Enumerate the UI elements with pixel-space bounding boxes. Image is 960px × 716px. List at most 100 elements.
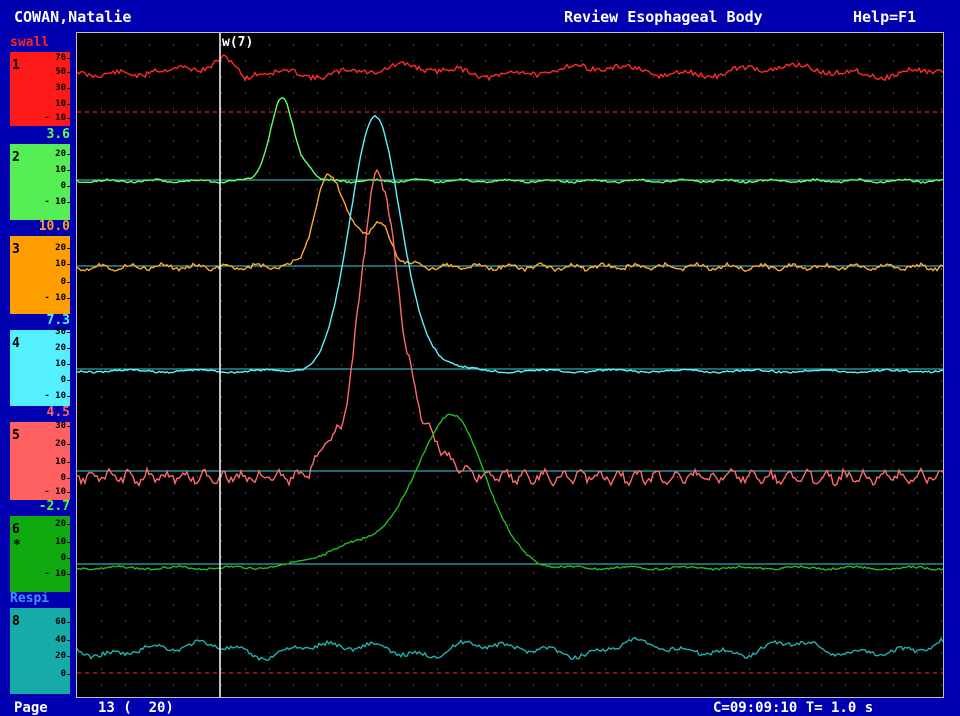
scale-tick-mark xyxy=(67,574,70,575)
scale-tick-label: 10 xyxy=(55,537,66,547)
scale-tick-mark xyxy=(67,72,70,73)
trace-channel-2 xyxy=(77,97,943,184)
channel-number: 5 xyxy=(12,428,20,443)
scale-tick-mark xyxy=(67,674,70,675)
event-marker-label[interactable]: w(7) xyxy=(222,35,253,50)
channel-number: 6 xyxy=(12,522,20,537)
scale-tick-label: 10 xyxy=(55,165,66,175)
patient-name: COWAN,Natalie xyxy=(14,8,132,26)
scale-tick-label: - 10 xyxy=(44,487,66,497)
title-bar: COWAN,Natalie Review Esophageal Body Hel… xyxy=(0,0,960,32)
scale-tick-label: - 10 xyxy=(44,391,66,401)
channel-panel-6[interactable]: -2.7 6 * 20 10 0 - 10 xyxy=(10,500,70,594)
scale-tick-mark xyxy=(67,298,70,299)
scale-tick-label: 30 xyxy=(55,421,66,431)
channel-panel-2[interactable]: 3.6 2 20 10 0 - 10 xyxy=(10,128,70,220)
channel-panel-1[interactable]: swall 1 70 50 30 10 - 10 xyxy=(10,36,70,126)
scale-tick-label: 0 xyxy=(60,375,66,385)
channel-4-header: 7.3 xyxy=(10,314,70,328)
scale-tick-mark xyxy=(67,282,70,283)
scale-tick-label: 10 xyxy=(55,259,66,269)
trace-canvas[interactable] xyxy=(77,33,943,697)
scale-tick-mark xyxy=(67,622,70,623)
channel-3-scale: 3 20 10 0 - 10 xyxy=(10,236,70,314)
channel-2-header: 3.6 xyxy=(10,128,70,142)
review-mode-title: Review Esophageal Body xyxy=(564,8,763,26)
time-readout: C=09:09:10 T= 1.0 s xyxy=(713,700,874,716)
scale-tick-label: 50 xyxy=(55,67,66,77)
scale-tick-mark xyxy=(67,542,70,543)
scale-tick-label: 60 xyxy=(55,617,66,627)
scale-tick-mark xyxy=(67,656,70,657)
scale-tick-mark xyxy=(67,154,70,155)
scale-tick-mark xyxy=(67,202,70,203)
scale-tick-label: 0 xyxy=(60,277,66,287)
channel-5-scale: 5 30 20 10 0 - 10 xyxy=(10,421,70,500)
scale-tick-mark xyxy=(67,88,70,89)
scale-tick-label: 30 xyxy=(55,83,66,93)
scale-tick-mark xyxy=(67,640,70,641)
scale-tick-mark xyxy=(67,444,70,445)
channel-number: 3 xyxy=(12,242,20,257)
scale-tick-mark xyxy=(67,558,70,559)
scale-tick-mark xyxy=(67,248,70,249)
scale-tick-label: 10 xyxy=(55,99,66,109)
trace-channel-8 xyxy=(77,636,943,662)
scale-tick-label: - 10 xyxy=(44,293,66,303)
scale-tick-label: 20 xyxy=(55,651,66,661)
channel-3-header: 10.0 xyxy=(10,220,70,234)
scale-tick-label: 70 xyxy=(55,53,66,63)
trace-plot-area[interactable] xyxy=(76,32,944,698)
trace-channel-4 xyxy=(77,114,943,374)
channel-panel-4[interactable]: 7.3 4 30 20 10 0 - 10 xyxy=(10,314,70,408)
scale-tick-mark xyxy=(67,170,70,171)
scale-tick-mark xyxy=(67,492,70,493)
scale-tick-label: - 10 xyxy=(44,113,66,123)
scale-tick-mark xyxy=(67,524,70,525)
scale-tick-mark xyxy=(67,118,70,119)
channel-panel-8[interactable]: Respi 8 60 40 20 0 xyxy=(10,592,70,694)
scale-tick-mark xyxy=(67,426,70,427)
page-label: Page xyxy=(14,700,48,716)
grid-dots xyxy=(101,44,942,686)
scale-tick-label: 0 xyxy=(60,473,66,483)
scale-tick-label: 0 xyxy=(60,181,66,191)
scale-tick-mark xyxy=(67,58,70,59)
channel-4-scale: 4 30 20 10 0 - 10 xyxy=(10,327,70,408)
help-hint[interactable]: Help=F1 xyxy=(853,8,916,26)
scale-tick-mark xyxy=(67,348,70,349)
channel-8-header: Respi xyxy=(10,592,70,606)
channel-number: 8 xyxy=(12,614,20,629)
scale-tick-mark xyxy=(67,396,70,397)
scale-tick-mark xyxy=(67,364,70,365)
scale-tick-label: 20 xyxy=(55,243,66,253)
scale-tick-mark xyxy=(67,186,70,187)
scale-tick-label: 0 xyxy=(60,553,66,563)
channel-number: 1 xyxy=(12,58,20,73)
scale-tick-label: - 10 xyxy=(44,569,66,579)
page-indicator: 13 ( 20) xyxy=(98,700,174,716)
channel-number: 2 xyxy=(12,150,20,165)
trace-channel-5 xyxy=(77,168,943,488)
channel-panel-3[interactable]: 10.0 3 20 10 0 - 10 xyxy=(10,220,70,314)
channel-5-header: 4.5 xyxy=(10,406,70,420)
channel-6-header: -2.7 xyxy=(10,500,70,514)
channel-2-scale: 2 20 10 0 - 10 xyxy=(10,144,70,220)
status-bar: Page 13 ( 20) C=09:09:10 T= 1.0 s xyxy=(0,698,960,716)
scale-tick-mark xyxy=(67,104,70,105)
channel-panel-5[interactable]: 4.5 5 30 20 10 0 - 10 xyxy=(10,406,70,500)
scale-tick-mark xyxy=(67,462,70,463)
scale-tick-label: 10 xyxy=(55,457,66,467)
channel-6-scale: 6 * 20 10 0 - 10 xyxy=(10,516,70,594)
manometry-screen: COWAN,Natalie Review Esophageal Body Hel… xyxy=(0,0,960,716)
scale-tick-mark xyxy=(67,380,70,381)
trace-channel-6 xyxy=(77,413,943,572)
scale-tick-label: 20 xyxy=(55,519,66,529)
channel-number: 4 xyxy=(12,336,20,351)
scale-tick-label: 20 xyxy=(55,343,66,353)
scale-tick-label: 10 xyxy=(55,359,66,369)
scale-tick-label: 20 xyxy=(55,439,66,449)
channel-1-header: swall xyxy=(10,36,70,50)
channel-active-marker: * xyxy=(13,538,21,553)
channel-1-scale: 1 70 50 30 10 - 10 xyxy=(10,52,70,126)
